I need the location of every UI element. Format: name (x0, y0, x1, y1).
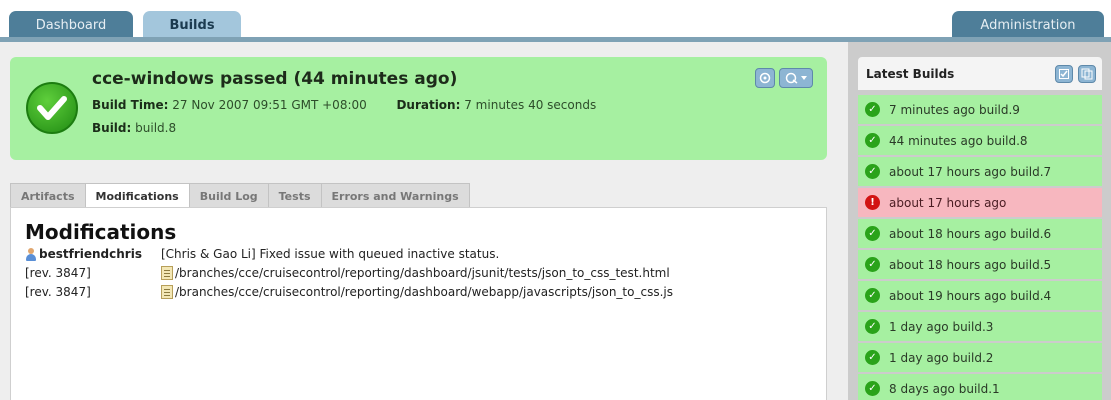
failed-alert-icon: ! (865, 195, 880, 210)
check-icon (26, 82, 78, 134)
build-status-panel: cce-windows passed (44 minutes ago) Buil… (10, 57, 827, 160)
build-list-label: about 19 hours ago build.4 (889, 288, 1052, 303)
passed-check-icon: ✓ (865, 226, 880, 241)
modified-file-path: /branches/cce/cruisecontrol/reporting/da… (175, 266, 670, 280)
build-time-value: 27 Nov 2007 09:51 GMT +08:00 (172, 98, 367, 112)
modification-comment: [Chris & Gao Li] Fixed issue with queued… (161, 247, 500, 261)
passed-check-icon: ✓ (865, 164, 880, 179)
modification-row: [rev. 3847] /branches/cce/cruisecontrol/… (25, 285, 673, 299)
duration-value: 7 minutes 40 seconds (464, 98, 597, 112)
passed-check-icon: ✓ (865, 319, 880, 334)
user-icon (25, 247, 37, 261)
main-content: cce-windows passed (44 minutes ago) Buil… (0, 42, 848, 400)
build-list-item[interactable]: ! about 17 hours ago (858, 188, 1102, 217)
build-list-label: 7 minutes ago build.9 (889, 102, 1020, 117)
passed-check-icon: ✓ (865, 133, 880, 148)
config-dropdown-icon[interactable] (779, 68, 813, 88)
build-list-item[interactable]: ✓ 1 day ago build.2 (858, 343, 1102, 372)
modifications-heading: Modifications (25, 220, 177, 244)
revision-label: [rev. 3847] (25, 285, 91, 299)
build-list-label: about 18 hours ago build.5 (889, 257, 1052, 272)
duration-label: Duration: (396, 98, 461, 112)
build-list-item[interactable]: ✓ 7 minutes ago build.9 (858, 95, 1102, 124)
build-list-label: 1 day ago build.2 (889, 350, 994, 365)
build-list-label: 44 minutes ago build.8 (889, 133, 1028, 148)
passed-check-icon: ✓ (865, 381, 880, 396)
revision-label: [rev. 3847] (25, 266, 91, 280)
passed-check-icon: ✓ (865, 350, 880, 365)
tab-artifacts[interactable]: Artifacts (10, 183, 86, 208)
build-value: build.8 (135, 121, 177, 135)
build-time-label: Build Time: (92, 98, 169, 112)
build-list-label: about 17 hours ago build.7 (889, 164, 1052, 179)
build-list-label: about 17 hours ago (889, 195, 1007, 210)
tab-administration[interactable]: Administration (952, 11, 1104, 39)
revision-cell: [rev. 3847] (25, 266, 161, 280)
latest-builds-header: Latest Builds (858, 57, 1102, 90)
build-list-item[interactable]: ✓ about 19 hours ago build.4 (858, 281, 1102, 310)
tab-errors-warnings[interactable]: Errors and Warnings (320, 183, 470, 208)
build-list-label: 1 day ago build.3 (889, 319, 994, 334)
build-list-item[interactable]: ✓ about 18 hours ago build.6 (858, 219, 1102, 248)
file-icon (161, 266, 173, 280)
latest-builds-title: Latest Builds (866, 67, 955, 81)
modification-row: [rev. 3847] /branches/cce/cruisecontrol/… (25, 266, 670, 280)
modified-file-path: /branches/cce/cruisecontrol/reporting/da… (175, 285, 673, 299)
build-label: Build: (92, 121, 132, 135)
tab-build-log[interactable]: Build Log (188, 183, 269, 208)
latest-builds-toolbar (1055, 65, 1096, 83)
build-list-item[interactable]: ✓ about 17 hours ago build.7 (858, 157, 1102, 186)
rss-icon[interactable] (755, 68, 775, 88)
modifications-panel: Modifications bestfriendchris [Chris & G… (10, 207, 827, 400)
latest-builds-sidebar: Latest Builds ✓ 7 minutes ago build.9 ✓ 44 … (848, 42, 1111, 400)
top-nav: Dashboard Builds Administration (0, 0, 1111, 42)
build-status-title: cce-windows passed (44 minutes ago) (92, 69, 458, 89)
passed-check-icon: ✓ (865, 288, 880, 303)
modification-author-cell: bestfriendchris (25, 247, 161, 261)
tab-tests[interactable]: Tests (267, 183, 322, 208)
revision-cell: [rev. 3847] (25, 285, 161, 299)
passed-check-icon: ✓ (865, 257, 880, 272)
modification-author: bestfriendchris (39, 247, 142, 261)
tab-builds[interactable]: Builds (143, 11, 241, 39)
build-number-line: Build: build.8 (92, 121, 176, 135)
latest-builds-list: ✓ 7 minutes ago build.9 ✓ 44 minutes ago bu… (858, 95, 1102, 400)
build-time-line: Build Time: 27 Nov 2007 09:51 GMT +08:00… (92, 98, 596, 112)
build-list-item[interactable]: ✓ about 18 hours ago build.5 (858, 250, 1102, 279)
checklist-icon[interactable] (1055, 65, 1073, 83)
build-list-item[interactable]: ✓ 1 day ago build.3 (858, 312, 1102, 341)
build-list-item[interactable]: ✓ 44 minutes ago build.8 (858, 126, 1102, 155)
file-icon (161, 285, 173, 299)
detail-tabs: Artifacts Modifications Build Log Tests … (10, 183, 470, 209)
modification-row: bestfriendchris [Chris & Gao Li] Fixed i… (25, 247, 499, 261)
tab-dashboard[interactable]: Dashboard (9, 11, 133, 39)
status-toolbar (755, 68, 813, 88)
build-list-item[interactable]: ✓ 8 days ago build.1 (858, 374, 1102, 400)
passed-check-icon: ✓ (865, 102, 880, 117)
copy-icon[interactable] (1078, 65, 1096, 83)
build-list-label: 8 days ago build.1 (889, 381, 1000, 396)
tab-modifications[interactable]: Modifications (84, 183, 190, 209)
build-list-label: about 18 hours ago build.6 (889, 226, 1052, 241)
